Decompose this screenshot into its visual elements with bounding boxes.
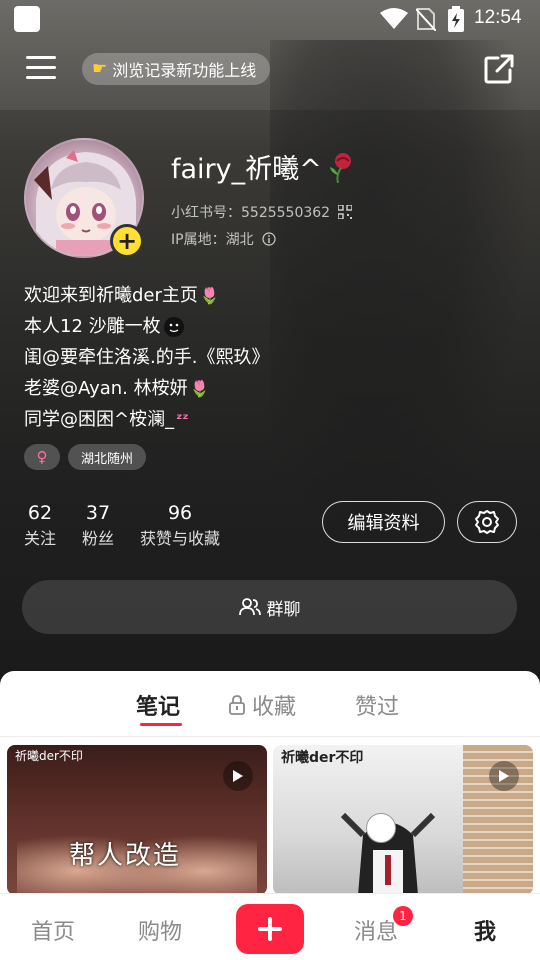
stat-label: 粉丝	[82, 529, 115, 548]
play-icon	[223, 761, 253, 791]
stat-label: 关注	[24, 529, 57, 548]
bio-line: 本人12 沙雕一枚	[24, 311, 269, 342]
tab-notes[interactable]: 笔记	[136, 689, 180, 721]
play-icon	[489, 761, 519, 791]
group-chat-button[interactable]: 群聊	[22, 580, 517, 634]
edit-profile-button[interactable]: 编辑资料	[322, 501, 445, 543]
rose-icon	[329, 152, 351, 183]
bio-line-text: 老婆@Ayan. 林桉妍	[24, 378, 188, 399]
stat-following[interactable]: 62 关注	[24, 500, 56, 552]
bottom-nav: 首页 购物 消息 1 我	[0, 893, 540, 960]
tulip-icon: 🌷	[189, 379, 210, 398]
location-tag: 湖北随州	[68, 444, 147, 470]
nav-messages[interactable]: 消息	[354, 914, 398, 946]
messages-badge: 1	[393, 906, 413, 926]
sleep-zzz-icon: ᶻᶻ	[176, 410, 189, 428]
red-id: 小红书号：5525550362	[171, 202, 353, 222]
tab-collections[interactable]: 收藏	[228, 689, 296, 721]
dark-face-icon	[163, 316, 184, 337]
tab-liked[interactable]: 赞过	[355, 689, 399, 721]
note-face-mask	[366, 813, 396, 843]
bio-line-text: 同学@困困^桉澜_	[24, 409, 175, 430]
stat-value: 96	[167, 502, 193, 524]
stat-likes[interactable]: 96 获赞与收藏	[140, 500, 220, 552]
note-card[interactable]: 祈曦der不印 帮人改造	[7, 745, 267, 895]
nav-shop[interactable]: 购物	[138, 914, 182, 946]
bio-line: 闺@要牵住洛溪.的手.《熙玖》	[24, 342, 269, 373]
no-sim-icon	[416, 8, 436, 31]
status-bar: 12:54	[0, 0, 540, 36]
tab-label: 笔记	[136, 695, 181, 720]
bio: 欢迎来到祈曦der主页 🌷 本人12 沙雕一枚 闺@要牵住洛溪.的手.《熙玖》 …	[24, 280, 269, 435]
note-caption: 祈曦der不印	[281, 750, 364, 766]
gender-tag: ♀	[24, 444, 60, 470]
profile-stats: 62 关注 37 粉丝 96 获赞与收藏	[24, 500, 246, 552]
profile-tags: ♀ 湖北随州	[24, 444, 147, 470]
content-tabs: 笔记 收藏 赞过	[0, 671, 540, 737]
bio-line: 欢迎来到祈曦der主页 🌷	[24, 280, 269, 311]
plus-icon	[258, 917, 282, 941]
active-tab-indicator	[140, 723, 182, 726]
note-caption: 祈曦der不印	[15, 749, 83, 763]
gear-icon	[475, 510, 499, 534]
menu-icon-bar	[26, 56, 56, 59]
settings-button[interactable]	[457, 501, 517, 543]
stat-followers[interactable]: 37 粉丝	[82, 500, 114, 552]
add-avatar-button[interactable]: +	[110, 224, 144, 258]
share-icon[interactable]	[482, 52, 516, 86]
background-figure	[270, 40, 530, 560]
location-tag-text: 湖北随州	[81, 451, 134, 467]
note-card[interactable]: 祈曦der不印	[273, 745, 533, 895]
tab-label: 赞过	[355, 695, 400, 720]
tulip-icon: 🌷	[199, 286, 220, 305]
group-chat-label: 群聊	[266, 599, 301, 620]
menu-button[interactable]	[26, 56, 56, 82]
edit-profile-label: 编辑资料	[347, 513, 420, 534]
menu-icon-bar	[26, 66, 56, 69]
nav-home[interactable]: 首页	[31, 914, 75, 946]
banner-text: 浏览记录新功能上线	[112, 61, 257, 80]
red-id-text: 小红书号：5525550362	[171, 205, 331, 221]
notification-icon	[14, 6, 40, 32]
bio-line-text: 本人12 沙雕一枚	[24, 316, 161, 337]
ip-location: IP属地：湖北	[171, 229, 276, 249]
username: fairy_祈曦^	[171, 147, 356, 186]
battery-icon	[448, 6, 464, 32]
ip-location-text: IP属地：湖北	[171, 232, 254, 248]
lock-icon	[229, 695, 245, 715]
tab-label: 收藏	[252, 695, 297, 720]
browse-history-banner[interactable]: ☛ 浏览记录新功能上线	[82, 53, 271, 85]
female-icon: ♀	[36, 448, 48, 466]
status-time: 12:54	[474, 7, 522, 28]
pointing-hand-icon: ☛	[92, 59, 108, 79]
stat-value: 37	[85, 502, 111, 524]
publish-button[interactable]	[236, 904, 304, 954]
bio-line-text: 欢迎来到祈曦der主页	[24, 285, 198, 306]
nav-me[interactable]: 我	[474, 914, 496, 946]
group-icon	[238, 598, 261, 616]
bio-line-text: 闺@要牵住洛溪.的手.《熙玖》	[24, 347, 270, 368]
note-overlay-text: 帮人改造	[69, 841, 182, 871]
wifi-icon	[380, 8, 408, 29]
stat-value: 62	[27, 502, 53, 524]
qr-code-icon[interactable]	[338, 205, 353, 219]
username-text: fairy_祈曦^	[171, 154, 322, 185]
info-icon[interactable]	[261, 232, 276, 246]
bio-line: 老婆@Ayan. 林桉妍 🌷	[24, 373, 269, 404]
bio-line: 同学@困困^桉澜_ ᶻᶻ	[24, 404, 269, 435]
stat-label: 获赞与收藏	[140, 529, 221, 548]
menu-icon-bar	[26, 76, 56, 79]
